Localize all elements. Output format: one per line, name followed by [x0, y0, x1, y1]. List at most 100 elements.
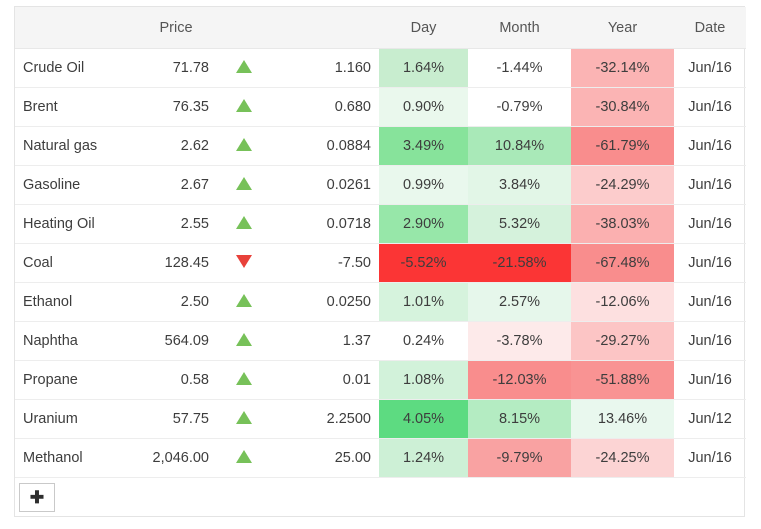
cell-direction	[215, 321, 273, 361]
cell-price: 2,046.00	[137, 438, 215, 478]
table-row[interactable]: Ethanol 2.50 0.0250 1.01% 2.57% -12.06% Jun/16	[15, 282, 746, 322]
cell-year-percent: -61.79%	[571, 126, 674, 166]
cell-year-percent: -38.03%	[571, 204, 674, 244]
cell-day-percent: 2.90%	[379, 204, 468, 244]
cell-day-percent: -5.52%	[379, 243, 468, 283]
cell-change: 1.160	[273, 48, 379, 88]
table-row[interactable]: Naphtha 564.09 1.37 0.24% -3.78% -29.27% Jun/1…	[15, 321, 746, 361]
table-row[interactable]: Brent 76.35 0.680 0.90% -0.79% -30.84% Jun/16	[15, 87, 746, 127]
cell-month-percent: -3.78%	[468, 321, 571, 361]
cell-commodity-name: Ethanol	[15, 282, 137, 322]
cell-direction	[215, 126, 273, 166]
add-row-footer: ✚	[15, 478, 746, 517]
cell-month-percent: -1.44%	[468, 48, 571, 88]
column-header-day[interactable]: Day	[379, 7, 468, 49]
table-row[interactable]: Crude Oil 71.78 1.160 1.64% -1.44% -32.14% Jun…	[15, 48, 746, 88]
cell-day-percent: 4.05%	[379, 399, 468, 439]
cell-direction	[215, 438, 273, 478]
cell-date: Jun/16	[674, 321, 746, 361]
column-header-change[interactable]	[273, 7, 379, 49]
table-header-row: Price Day Month Year Date	[15, 7, 746, 49]
cell-price: 564.09	[137, 321, 215, 361]
cell-direction	[215, 399, 273, 439]
cell-year-percent: 13.46%	[571, 399, 674, 439]
cell-change: 25.00	[273, 438, 379, 478]
column-header-price[interactable]: Price	[137, 7, 215, 49]
cell-day-percent: 0.24%	[379, 321, 468, 361]
cell-date: Jun/16	[674, 438, 746, 478]
cell-day-percent: 3.49%	[379, 126, 468, 166]
cell-price: 2.67	[137, 165, 215, 205]
cell-change: 0.0261	[273, 165, 379, 205]
add-row-cell: ✚	[15, 478, 746, 517]
cell-price: 2.50	[137, 282, 215, 322]
cell-change: 0.0884	[273, 126, 379, 166]
cell-month-percent: 3.84%	[468, 165, 571, 205]
triangle-up-icon	[236, 332, 252, 346]
cell-change: 2.2500	[273, 399, 379, 439]
cell-price: 71.78	[137, 48, 215, 88]
table-row[interactable]: Coal 128.45 -7.50 -5.52% -21.58% -67.48% Jun/1…	[15, 243, 746, 283]
cell-direction	[215, 204, 273, 244]
cell-year-percent: -24.25%	[571, 438, 674, 478]
cell-day-percent: 1.64%	[379, 48, 468, 88]
cell-direction	[215, 243, 273, 283]
table-row[interactable]: Gasoline 2.67 0.0261 0.99% 3.84% -24.29% Jun/1…	[15, 165, 746, 205]
cell-price: 128.45	[137, 243, 215, 283]
triangle-up-icon	[236, 371, 252, 385]
cell-month-percent: 2.57%	[468, 282, 571, 322]
table-row[interactable]: Propane 0.58 0.01 1.08% -12.03% -51.88% Jun/16	[15, 360, 746, 400]
cell-year-percent: -29.27%	[571, 321, 674, 361]
cell-month-percent: -21.58%	[468, 243, 571, 283]
cell-day-percent: 0.90%	[379, 87, 468, 127]
cell-date: Jun/16	[674, 360, 746, 400]
cell-change: 0.01	[273, 360, 379, 400]
cell-commodity-name: Heating Oil	[15, 204, 137, 244]
cell-commodity-name: Coal	[15, 243, 137, 283]
column-header-month[interactable]: Month	[468, 7, 571, 49]
commodity-quote-table: Price Day Month Year Date Crude Oil 71.78…	[15, 7, 746, 516]
cell-year-percent: -51.88%	[571, 360, 674, 400]
table-row[interactable]: Natural gas 2.62 0.0884 3.49% 10.84% -61.79% J…	[15, 126, 746, 166]
table-row[interactable]: Heating Oil 2.55 0.0718 2.90% 5.32% -38.03% Ju…	[15, 204, 746, 244]
cell-change: 0.0250	[273, 282, 379, 322]
triangle-up-icon	[236, 410, 252, 424]
column-header-name[interactable]	[15, 7, 137, 49]
commodity-quote-table-container: Price Day Month Year Date Crude Oil 71.78…	[14, 6, 746, 517]
triangle-up-icon	[236, 59, 252, 73]
cell-direction	[215, 360, 273, 400]
cell-date: Jun/16	[674, 87, 746, 127]
cell-date: Jun/16	[674, 126, 746, 166]
triangle-down-icon	[236, 254, 252, 268]
cell-month-percent: -9.79%	[468, 438, 571, 478]
cell-date: Jun/16	[674, 282, 746, 322]
cell-change: -7.50	[273, 243, 379, 283]
cell-price: 2.62	[137, 126, 215, 166]
cell-commodity-name: Methanol	[15, 438, 137, 478]
table-body: Crude Oil 71.78 1.160 1.64% -1.44% -32.14% Jun…	[15, 48, 746, 517]
column-header-year[interactable]: Year	[571, 7, 674, 49]
column-header-date[interactable]: Date	[674, 7, 746, 49]
cell-change: 1.37	[273, 321, 379, 361]
cell-year-percent: -30.84%	[571, 87, 674, 127]
triangle-up-icon	[236, 449, 252, 463]
cell-year-percent: -24.29%	[571, 165, 674, 205]
cell-commodity-name: Brent	[15, 87, 137, 127]
cell-date: Jun/16	[674, 204, 746, 244]
cell-month-percent: -0.79%	[468, 87, 571, 127]
cell-commodity-name: Gasoline	[15, 165, 137, 205]
column-header-arrow[interactable]	[215, 7, 273, 49]
cell-day-percent: 1.08%	[379, 360, 468, 400]
add-row-button[interactable]: ✚	[19, 482, 55, 512]
cell-price: 0.58	[137, 360, 215, 400]
cell-price: 57.75	[137, 399, 215, 439]
table-row[interactable]: Methanol 2,046.00 25.00 1.24% -9.79% -24.25% J…	[15, 438, 746, 478]
table-row[interactable]: Uranium 57.75 2.2500 4.05% 8.15% 13.46% Jun/12	[15, 399, 746, 439]
cell-change: 0.680	[273, 87, 379, 127]
cell-direction	[215, 48, 273, 88]
cell-price: 76.35	[137, 87, 215, 127]
table-header: Price Day Month Year Date	[15, 7, 746, 49]
cell-date: Jun/16	[674, 48, 746, 88]
cell-date: Jun/16	[674, 165, 746, 205]
cell-month-percent: -12.03%	[468, 360, 571, 400]
